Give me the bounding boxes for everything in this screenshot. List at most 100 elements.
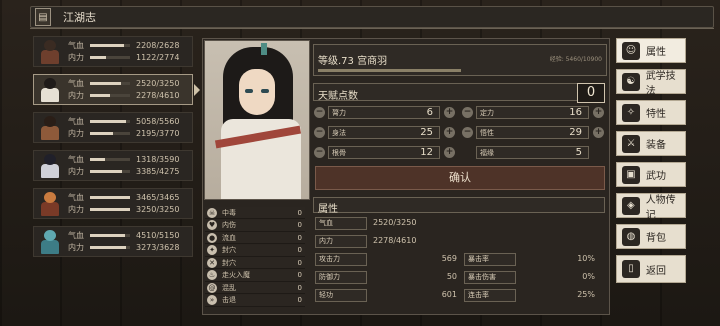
confirm-button[interactable]: 确认 <box>315 166 605 190</box>
plus-button[interactable]: + <box>444 107 455 118</box>
status-poison: ☠ 中毒 0 <box>205 207 305 219</box>
vital-hp: 气血 2520/3250 <box>313 217 605 231</box>
menu-back[interactable]: ▯ 返回 <box>616 255 686 283</box>
combat-crit-rate: 暴击率 10% <box>464 253 603 267</box>
talent-label: 天赋点数 <box>318 91 358 102</box>
roster-char-1[interactable]: 气血 2208/2628 内力 1122/2774 <box>33 36 193 67</box>
hp-value: 2208/2628 <box>136 41 180 50</box>
attr-insight: 悟性 29 <box>476 126 589 139</box>
exp-text: 经验: 5460/10900 <box>549 56 602 63</box>
minus-button[interactable]: − <box>314 127 325 138</box>
minus-button[interactable]: − <box>314 107 325 118</box>
minus-button[interactable]: − <box>462 107 473 118</box>
mp-value: 3273/3628 <box>136 243 180 252</box>
attr-label: 福缘 <box>480 149 494 157</box>
roster-char-2[interactable]: 气血 2520/3250 内力 2278/4610 <box>33 74 200 105</box>
top-bar: ▤ 江湖志 <box>30 6 714 28</box>
needle-icon: ✦ <box>207 245 217 255</box>
vital-mp: 内力 2278/4610 <box>313 235 605 249</box>
combat-crit-damage: 暴击伤害 0% <box>464 271 603 285</box>
hp-value: 4510/5150 <box>136 231 180 240</box>
scroll-icon: ▣ <box>622 165 640 184</box>
blood-icon: ● <box>207 232 217 243</box>
character-roster: 气血 2208/2628 内力 1122/2774 气血 2520/3250 内力 22… <box>33 36 200 264</box>
skull-icon: ☠ <box>207 207 217 218</box>
character-portrait <box>204 40 310 200</box>
attr-value: 16 <box>569 107 582 118</box>
roster-char-3[interactable]: 气血 5058/5560 内力 2195/3770 <box>33 112 193 143</box>
book-icon: ▤ <box>35 8 51 26</box>
status-knockback: » 击退 0 <box>205 294 305 307</box>
combat-combo-rate: 连击率 25% <box>464 289 603 303</box>
attr-strength: 膂力 6 <box>328 106 440 119</box>
divider <box>30 28 714 29</box>
roster-char-6[interactable]: 气血 4510/5150 内力 3273/3628 <box>33 226 193 257</box>
minus-button[interactable]: − <box>314 147 325 158</box>
combat-lightness: 轻功 601 <box>315 289 461 303</box>
biography-icon: ◈ <box>622 196 640 215</box>
talent-points-value: 0 <box>577 83 605 103</box>
status-effects: ☠ 中毒 0 ♥ 内伤 0 ● 流血 0 ✦ 封穴 0 ✕ 封穴 0 ♨ 走火入魔 0 @ 混乱 0 » 击退… <box>205 207 305 307</box>
menu-bag[interactable]: ◍ 背包 <box>616 224 686 249</box>
plus-button[interactable]: + <box>444 147 455 158</box>
combat-defense: 防御力 50 <box>315 271 461 285</box>
plus-button[interactable]: + <box>444 127 455 138</box>
attr-luck: 福缘 5 <box>476 146 589 159</box>
push-icon: » <box>207 295 217 305</box>
mp-label: 内力 <box>68 167 84 176</box>
mp-label: 内力 <box>68 243 84 252</box>
attr-value: 12 <box>420 147 433 158</box>
menu-equipment[interactable]: ⚔ 装备 <box>616 131 686 156</box>
mp-label: 内力 <box>68 129 84 138</box>
door-icon: ▯ <box>622 260 640 278</box>
roster-char-5[interactable]: 气血 3465/3465 内力 3250/3250 <box>33 188 193 219</box>
menu-attributes[interactable]: ☺ 属性 <box>616 38 686 63</box>
hp-label: 气血 <box>68 79 84 88</box>
name-level-box: 等级.73 宫商羽 经验: 5460/10900 <box>313 44 607 76</box>
hp-label: 气血 <box>68 155 84 164</box>
attr-value: 29 <box>569 127 582 138</box>
mp-label: 内力 <box>68 53 84 62</box>
talent-points-row: 天赋点数 <box>313 83 605 102</box>
sword-icon: ⚔ <box>622 134 640 153</box>
page-title: 江湖志 <box>63 11 96 24</box>
plus-button[interactable]: + <box>593 127 604 138</box>
roster-char-4[interactable]: 气血 1318/3590 内力 3385/4275 <box>33 150 193 181</box>
attr-focus: 定力 16 <box>476 106 589 119</box>
level-name: 等级.73 宫商羽 <box>318 56 388 67</box>
status-seal-2: ✕ 封穴 0 <box>205 257 305 269</box>
avatar <box>38 190 62 218</box>
attributes-header: 属性 <box>313 197 605 215</box>
mp-label: 内力 <box>68 205 84 214</box>
avatar <box>38 38 62 66</box>
menu-traits[interactable]: ✧ 特性 <box>616 100 686 125</box>
attr-label: 定力 <box>480 109 494 117</box>
side-menu: ☺ 属性 ☯ 武学技法 ✧ 特性 ⚔ 装备 ▣ 武功 ◈ 人物传记 ◍ 背包 ▯ 返回 <box>616 38 686 289</box>
attr-label: 膂力 <box>332 109 346 117</box>
plus-button[interactable]: + <box>593 107 604 118</box>
avatar <box>38 114 62 142</box>
menu-biography[interactable]: ◈ 人物传记 <box>616 193 686 221</box>
attr-value: 5 <box>575 147 582 158</box>
combat-attack: 攻击力 569 <box>315 253 461 267</box>
hp-label: 气血 <box>68 231 84 240</box>
minus-button[interactable]: − <box>462 127 473 138</box>
avatar <box>38 76 62 104</box>
hp-label: 气血 <box>68 117 84 126</box>
person-icon: ☺ <box>622 41 640 60</box>
martial-arts-icon: ☯ <box>622 72 640 91</box>
status-confusion: @ 混乱 0 <box>205 282 305 294</box>
trait-icon: ✧ <box>622 103 640 122</box>
mp-value: 2195/3770 <box>136 129 180 138</box>
exp-bar <box>318 69 461 72</box>
attr-constitution: 根骨 12 <box>328 146 440 159</box>
menu-martial-arts[interactable]: ▣ 武功 <box>616 162 686 187</box>
status-internal: ♥ 内伤 0 <box>205 219 305 232</box>
status-seal: ✦ 封穴 0 <box>205 244 305 257</box>
attr-value: 25 <box>420 127 433 138</box>
attr-agility: 身法 25 <box>328 126 440 139</box>
menu-martial-skills[interactable]: ☯ 武学技法 <box>616 69 686 97</box>
mp-value: 3385/4275 <box>136 167 180 176</box>
hp-label: 气血 <box>68 193 84 202</box>
mp-label: 内力 <box>68 91 84 100</box>
